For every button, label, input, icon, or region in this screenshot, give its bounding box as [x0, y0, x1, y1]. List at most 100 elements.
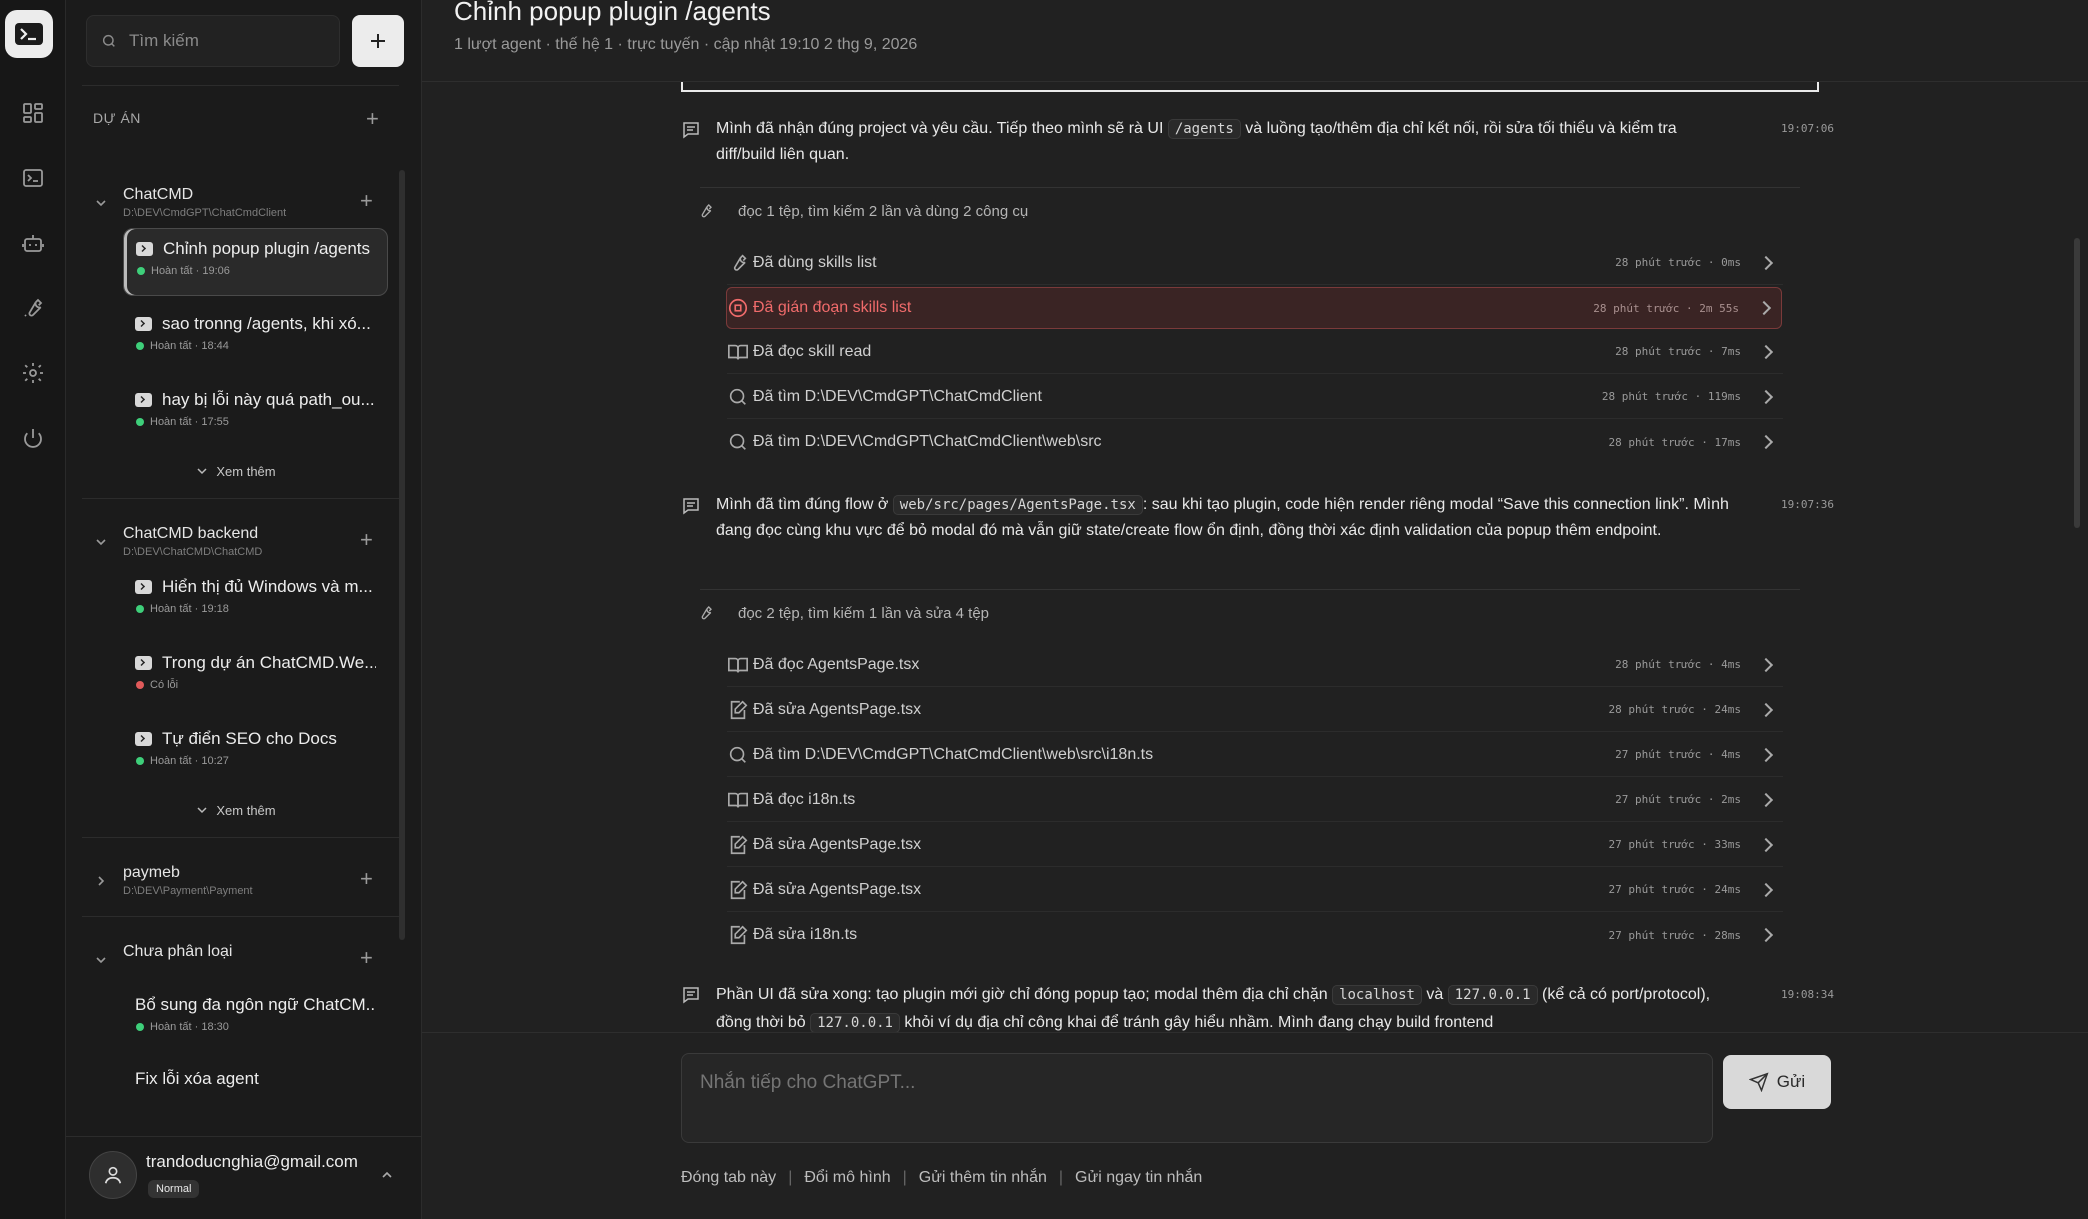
tool-group-summary[interactable]: đọc 1 tệp, tìm kiếm 2 lần và dùng 2 công…	[701, 202, 1028, 220]
see-more-button[interactable]: Xem thêm	[76, 450, 396, 492]
conversation-status: Hoàn tất · 18:44	[150, 340, 229, 352]
chevron-right-icon	[1758, 702, 1774, 717]
stop-icon	[728, 298, 748, 318]
composer-actions: Đóng tab này | Đổi mô hình | Gửi thêm ti…	[681, 1169, 1202, 1187]
tool-call-row[interactable]: Đã sửa AgentsPage.tsx 27 phút trước · 24…	[727, 868, 1783, 912]
terminal-icon	[135, 580, 152, 594]
dashboard-icon[interactable]	[14, 94, 52, 132]
tool-call-label: Đã gián đoạn skills list	[753, 299, 912, 316]
conversation-item[interactable]: Hiển thị đủ Windows và m... Hoàn tất · 1…	[123, 567, 388, 635]
tool-call-row[interactable]: Đã đọc skill read 28 phút trước · 7ms	[727, 330, 1783, 374]
terminal-logo-icon[interactable]	[5, 10, 53, 58]
new-chat-button[interactable]	[352, 15, 404, 67]
project-header[interactable]: paymeb D:\DEV\Payment\Payment +	[66, 838, 411, 906]
tool-call-row[interactable]: Đã tìm D:\DEV\CmdGPT\ChatCmdClient\web\s…	[727, 733, 1783, 777]
terminal-icon	[136, 242, 153, 256]
tool-call-row[interactable]: Đã sửa i18n.ts 27 phút trước · 28ms	[727, 913, 1783, 957]
send-button[interactable]: Gửi	[1723, 1055, 1831, 1109]
project-chatcmd-backend: ChatCMD backend D:\DEV\ChatCMD\ChatCMD +…	[66, 499, 411, 838]
chevron-right-icon	[1758, 389, 1774, 404]
wrench-icon	[701, 606, 712, 620]
message-text: khỏi ví dụ địa chỉ công khai để tránh gâ…	[899, 1014, 1494, 1031]
inline-code: 127.0.0.1	[1447, 985, 1538, 1005]
conversation-item[interactable]: hay bị lỗi này quá path_ou... Hoàn tất ·…	[123, 380, 388, 448]
tool-call-meta: 27 phút trước · 4ms	[1615, 748, 1741, 761]
inline-code: localhost	[1332, 985, 1422, 1005]
chevron-down-icon[interactable]	[94, 196, 108, 210]
book-icon	[728, 792, 748, 807]
conversation-item[interactable]: sao tronng /agents, khi xó... Hoàn tất ·…	[123, 304, 388, 372]
message-input[interactable]	[681, 1053, 1713, 1143]
see-more-button[interactable]: Xem thêm	[76, 789, 396, 831]
add-conversation-icon[interactable]: +	[360, 188, 373, 214]
queue-message-link[interactable]: Gửi thêm tin nhắn	[919, 1169, 1047, 1187]
chevron-right-icon	[1758, 927, 1774, 943]
tool-call-label: Đã dùng skills list	[753, 253, 877, 271]
message-text: và	[1421, 986, 1448, 1003]
conversation-title: Bổ sung đa ngôn ngữ ChatCM...	[135, 995, 376, 1014]
conversation-title: Fix lỗi xóa agent	[135, 1069, 259, 1088]
conversation-status: Hoàn tất · 10:27	[150, 755, 229, 767]
see-more-label: Xem thêm	[216, 802, 276, 818]
message-text: Mình đã tìm đúng flow ở	[716, 496, 893, 513]
chat-scrollbar[interactable]	[2074, 88, 2080, 1028]
status-dot	[136, 757, 144, 765]
terminal-icon[interactable]	[14, 159, 52, 197]
wrench-icon	[701, 204, 712, 218]
conversation-item[interactable]: Chỉnh popup plugin /agents Hoàn tất · 19…	[123, 228, 388, 296]
tool-call-row[interactable]: Đã sửa AgentsPage.tsx 27 phút trước · 33…	[727, 823, 1783, 867]
chevron-down-icon[interactable]	[94, 953, 108, 967]
tool-call-row[interactable]: Đã đọc AgentsPage.tsx 28 phút trước · 4m…	[727, 643, 1783, 687]
tool-call-meta: 28 phút trước · 119ms	[1601, 390, 1741, 403]
book-icon	[728, 344, 748, 359]
chevron-down-icon	[197, 807, 207, 814]
search-icon	[102, 34, 115, 47]
project-header[interactable]: Chưa phân loại +	[66, 917, 411, 973]
status-dot	[136, 605, 144, 613]
conversation-title: hay bị lỗi này quá path_ou...	[162, 390, 375, 409]
power-icon[interactable]	[14, 419, 52, 457]
conversation-item[interactable]: Tự điển SEO cho Docs Hoàn tất · 10:27	[123, 719, 388, 787]
add-conversation-icon[interactable]: +	[360, 945, 373, 971]
bot-icon[interactable]	[14, 224, 52, 262]
search-input[interactable]: Tìm kiếm	[86, 15, 340, 67]
assistant-message: Mình đã nhận đúng project và yêu cầu. Ti…	[683, 116, 1834, 168]
close-tab-link[interactable]: Đóng tab này	[681, 1169, 776, 1187]
sidebar-scrollbar[interactable]	[399, 170, 405, 940]
chevron-right-icon	[1758, 837, 1774, 852]
change-model-link[interactable]: Đổi mô hình	[804, 1169, 890, 1187]
conversation-item[interactable]: Trong dự án ChatCMD.We... Có lỗi	[123, 643, 388, 711]
conversation-item[interactable]: Bổ sung đa ngôn ngữ ChatCM... Hoàn tất ·…	[123, 985, 388, 1053]
tool-call-row-error[interactable]: Đã gián đoạn skills list 28 phút trước ·…	[726, 287, 1782, 329]
add-conversation-icon[interactable]: +	[360, 527, 373, 553]
chevron-down-icon	[197, 468, 207, 475]
chevron-right-icon[interactable]	[94, 874, 108, 888]
divider	[700, 187, 1800, 188]
sidebar: Tìm kiếm DỰ ÁN + ChatCMD D:\DEV\CmdGPT\C…	[66, 0, 422, 1219]
scrollbar-thumb[interactable]	[2074, 238, 2080, 528]
tool-call-row[interactable]: Đã tìm D:\DEV\CmdGPT\ChatCmdClient 28 ph…	[727, 375, 1783, 419]
tool-call-row[interactable]: Đã dùng skills list 28 phút trước · 0ms	[727, 241, 1783, 285]
tool-call-row[interactable]: Đã tìm D:\DEV\CmdGPT\ChatCmdClient\web\s…	[727, 420, 1783, 464]
conversation-status: Hoàn tất · 19:06	[151, 265, 230, 277]
send-now-link[interactable]: Gửi ngay tin nhắn	[1075, 1169, 1202, 1187]
tool-call-row[interactable]: Đã sửa AgentsPage.tsx 28 phút trước · 24…	[727, 688, 1783, 732]
project-header[interactable]: ChatCMD D:\DEV\CmdGPT\ChatCmdClient +	[66, 160, 411, 228]
add-project-icon[interactable]: +	[366, 106, 379, 132]
conversation-item[interactable]: Fix lỗi xóa agent	[123, 1059, 388, 1127]
tool-group-summary[interactable]: đọc 2 tệp, tìm kiếm 1 lần và sửa 4 tệp	[701, 604, 989, 622]
gear-icon[interactable]	[14, 354, 52, 392]
conversation-title: sao tronng /agents, khi xó...	[162, 314, 371, 333]
tool-call-label: Đã tìm D:\DEV\CmdGPT\ChatCmdClient\web\s…	[753, 745, 1154, 763]
message-text: Mình đã nhận đúng project và yêu cầu. Ti…	[716, 120, 1168, 137]
project-header[interactable]: ChatCMD backend D:\DEV\ChatCMD\ChatCMD +	[66, 499, 411, 567]
tool-call-label: Đã sửa i18n.ts	[753, 926, 858, 943]
wrench-icon[interactable]	[14, 289, 52, 327]
chevron-down-icon[interactable]	[94, 535, 108, 549]
add-conversation-icon[interactable]: +	[360, 866, 373, 892]
chevron-up-icon[interactable]	[380, 1168, 394, 1182]
tool-call-row[interactable]: Đã đọc i18n.ts 27 phút trước · 2ms	[727, 778, 1783, 822]
chevron-right-icon	[1758, 255, 1774, 270]
send-icon	[1748, 1072, 1769, 1092]
user-profile[interactable]: trandoducnghia@gmail.com Normal	[66, 1138, 422, 1210]
